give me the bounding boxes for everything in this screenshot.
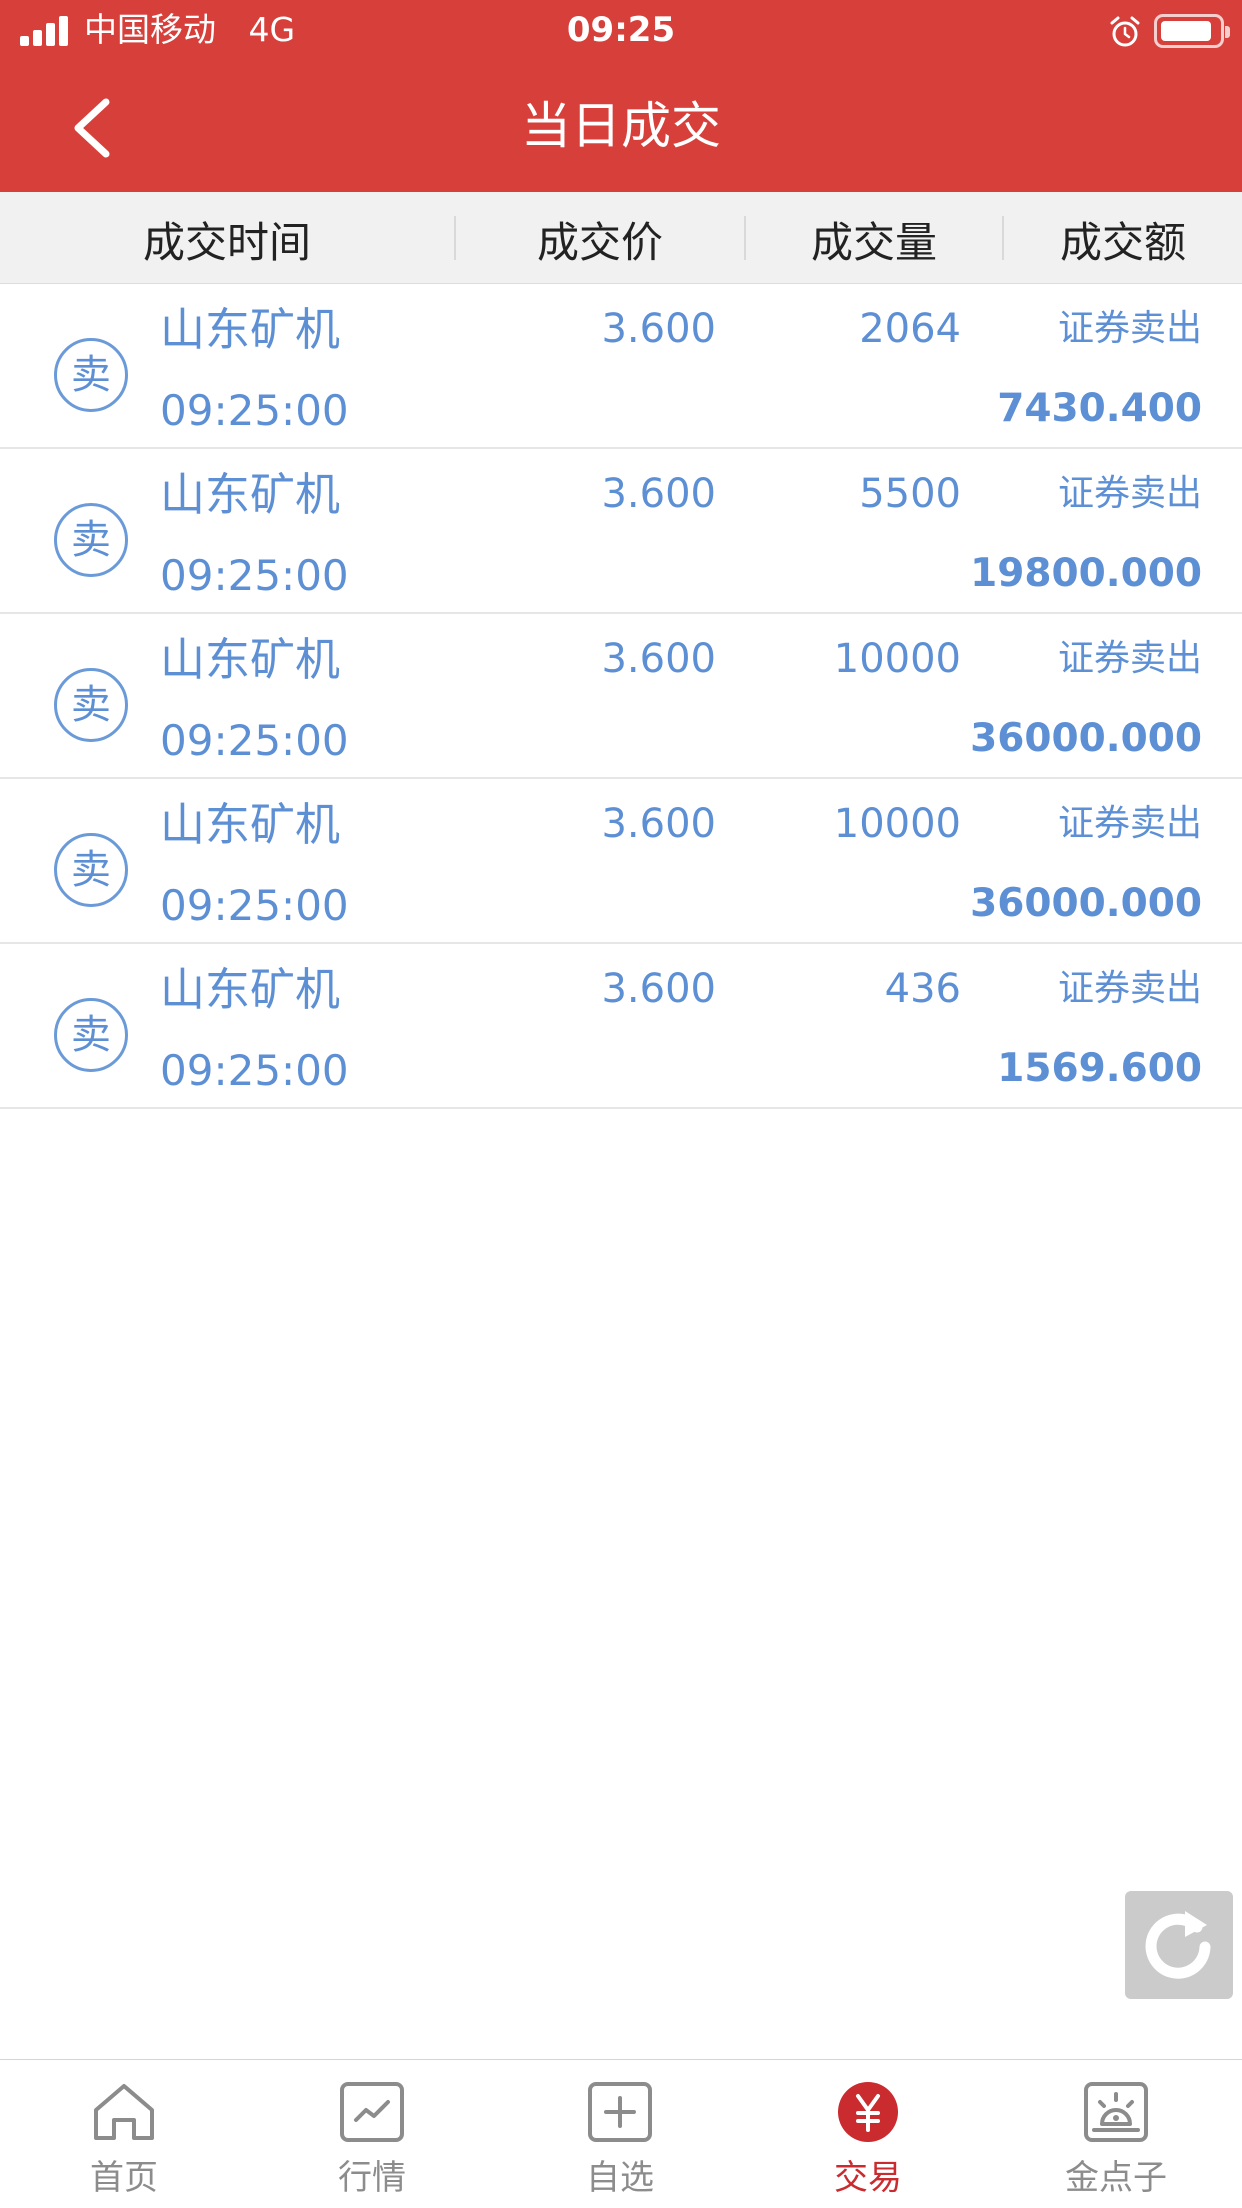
table-row[interactable]: 卖 山东矿机 09:25:00 3.600 5500 证券卖出 19800.00… (0, 449, 1242, 614)
trade-volume: 10000 (833, 636, 961, 682)
alarm-icon (1110, 16, 1140, 47)
tab-label: 自选 (586, 2158, 654, 2198)
top-bar: 中国移动 4G 09:25 当日成交 (0, 0, 1242, 192)
table-row[interactable]: 卖 山东矿机 09:25:00 3.600 2064 证券卖出 7430.400 (0, 284, 1242, 449)
tab-ideas[interactable]: 金点子 (992, 2060, 1242, 2208)
tab-trade[interactable]: 交易 (744, 2060, 992, 2208)
sell-badge: 卖 (54, 338, 128, 412)
sell-badge: 卖 (54, 833, 128, 907)
table-row[interactable]: 卖 山东矿机 09:25:00 3.600 10000 证券卖出 36000.0… (0, 614, 1242, 779)
trade-amount: 36000.000 (970, 881, 1202, 926)
stock-name: 山东矿机 (160, 468, 341, 521)
table-row[interactable]: 卖 山东矿机 09:25:00 3.600 10000 证券卖出 36000.0… (0, 779, 1242, 944)
trade-time: 09:25:00 (160, 551, 349, 600)
trade-amount: 36000.000 (970, 716, 1202, 761)
tab-market[interactable]: 行情 (248, 2060, 496, 2208)
sell-badge: 卖 (54, 998, 128, 1072)
market-chart-icon (340, 2082, 404, 2142)
column-header-volume: 成交量 (810, 218, 937, 267)
idea-lamp-icon (1084, 2082, 1148, 2142)
battery-icon (1154, 14, 1230, 48)
trade-price: 3.600 (601, 801, 716, 847)
trade-direction: 证券卖出 (1057, 803, 1202, 844)
column-header-amount: 成交额 (1059, 218, 1186, 267)
sell-badge: 卖 (54, 503, 128, 577)
status-time: 09:25 (566, 10, 676, 50)
trade-time: 09:25:00 (160, 386, 349, 435)
tab-watchlist[interactable]: 自选 (496, 2060, 744, 2208)
trade-price: 3.600 (601, 471, 716, 517)
trade-volume: 5500 (859, 471, 961, 517)
trade-list: 卖 山东矿机 09:25:00 3.600 2064 证券卖出 7430.400… (0, 284, 1242, 1109)
trade-time: 09:25:00 (160, 881, 349, 930)
column-header-time: 成交时间 (142, 218, 311, 267)
refresh-icon (1145, 1911, 1211, 1979)
stock-name: 山东矿机 (160, 963, 341, 1016)
trade-volume: 10000 (833, 801, 961, 847)
stock-name: 山东矿机 (160, 798, 341, 851)
trade-direction: 证券卖出 (1057, 473, 1202, 514)
trade-price: 3.600 (601, 966, 716, 1012)
tab-label: 交易 (834, 2158, 902, 2198)
sell-badge: 卖 (54, 668, 128, 742)
stock-name: 山东矿机 (160, 303, 341, 356)
trade-time: 09:25:00 (160, 1046, 349, 1095)
tab-label: 金点子 (1065, 2158, 1167, 2198)
page-title: 当日成交 (521, 97, 721, 155)
trade-amount: 1569.600 (997, 1046, 1202, 1091)
bottom-tab-bar: 首页 行情 自选 交易 金点子 (0, 2059, 1242, 2208)
trade-amount: 19800.000 (970, 551, 1202, 596)
trade-price: 3.600 (601, 636, 716, 682)
trade-volume: 436 (884, 966, 961, 1012)
add-watchlist-icon (588, 2082, 652, 2142)
home-icon (94, 2084, 154, 2140)
trade-amount: 7430.400 (997, 386, 1202, 431)
tab-home[interactable]: 首页 (0, 2060, 248, 2208)
status-bar: 中国移动 4G 09:25 (0, 0, 1242, 62)
trade-direction: 证券卖出 (1057, 638, 1202, 679)
yuan-trade-icon (838, 2082, 898, 2142)
trade-volume: 2064 (859, 306, 961, 352)
trade-price: 3.600 (601, 306, 716, 352)
stock-name: 山东矿机 (160, 633, 341, 686)
tab-label: 行情 (338, 2158, 406, 2198)
tab-label: 首页 (90, 2158, 158, 2198)
trade-direction: 证券卖出 (1057, 308, 1202, 349)
table-row[interactable]: 卖 山东矿机 09:25:00 3.600 436 证券卖出 1569.600 (0, 944, 1242, 1109)
trade-time: 09:25:00 (160, 716, 349, 765)
table-header: 成交时间 成交价 成交量 成交额 (0, 192, 1242, 284)
refresh-button[interactable] (1125, 1891, 1233, 1999)
column-header-price: 成交价 (536, 218, 663, 267)
trade-direction: 证券卖出 (1057, 968, 1202, 1009)
